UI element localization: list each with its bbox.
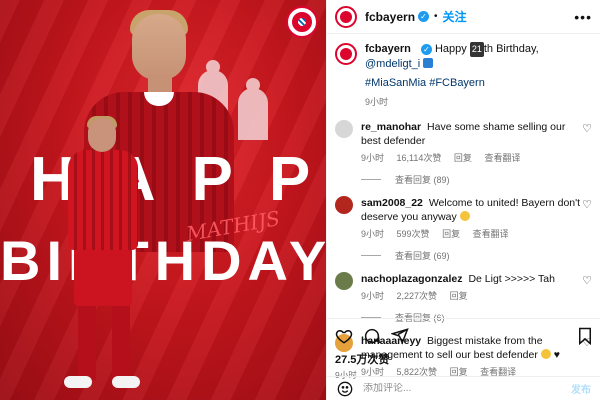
caption-avatar[interactable] — [335, 43, 357, 65]
emoji-smiley-icon[interactable] — [337, 381, 353, 397]
translate-button[interactable]: 查看翻译 — [484, 153, 520, 163]
commenter-avatar[interactable] — [335, 272, 353, 290]
mention-link[interactable]: @mdeligt_i — [365, 58, 420, 70]
comment-time: 9小时 — [361, 229, 385, 239]
comment-item: sam2008_22 Welcome to united! Bayern don… — [335, 196, 592, 241]
comment-username[interactable]: re_manohar — [361, 121, 421, 133]
commenter-avatar[interactable] — [335, 120, 353, 138]
translate-button[interactable]: 查看翻译 — [473, 229, 509, 239]
verified-badge-icon: ✓ — [420, 44, 432, 55]
emoji-icon — [459, 211, 470, 221]
comment-likes[interactable]: 16,114次赞 — [397, 153, 442, 163]
post-side-panel: fcbayern ✓ • 关注 ••• fcbayern ✓ Happy 21 t… — [326, 0, 600, 400]
verified-badge-icon: ✓ — [418, 11, 430, 22]
happy-text: HAPPY — [30, 145, 326, 214]
comment-likes[interactable]: 2,227次赞 — [397, 291, 438, 301]
post-caption: fcbayern ✓ Happy 21th Birthday, @mdeligt… — [327, 34, 600, 110]
post-actions: 27.5万次赞 9小时 — [327, 318, 600, 381]
emoji-icon — [423, 58, 434, 68]
comment-username[interactable]: nachoplazagonzalez — [361, 273, 463, 285]
comment-like-heart-icon[interactable]: ♡ — [582, 122, 592, 135]
view-replies-button[interactable]: 查看回复 (89) — [361, 173, 592, 186]
reply-button[interactable]: 回复 — [454, 153, 472, 163]
instagram-post-view: HAPPY BIRTHDAY MATHIJS fcbayern ✓ • 关注 •… — [0, 0, 600, 400]
caption-text-before: Happy — [434, 43, 467, 55]
caption-time: 9小时 — [365, 97, 389, 107]
like-heart-icon[interactable] — [335, 327, 353, 345]
view-replies-label: 查看回复 (89) — [395, 175, 450, 185]
post-header: fcbayern ✓ • 关注 ••• — [327, 0, 600, 34]
comment-item: re_manohar Have some shame selling our b… — [335, 120, 592, 165]
reply-button[interactable]: 回复 — [442, 229, 460, 239]
comment-time: 9小时 — [361, 153, 385, 163]
comment-text: De Ligt >>>>> Tah — [468, 273, 555, 285]
share-send-icon[interactable] — [391, 327, 409, 345]
caption-text-after: th Birthday, — [483, 43, 539, 55]
reply-button[interactable]: 回复 — [450, 291, 468, 301]
view-replies-button[interactable]: 查看回复 (69) — [361, 249, 592, 262]
follow-button[interactable]: 关注 — [443, 8, 467, 25]
commenter-avatar[interactable] — [335, 196, 353, 214]
birthday-text: BIRTHDAY — [0, 229, 326, 292]
caption-username[interactable]: fcbayern — [365, 43, 411, 55]
more-options-icon[interactable]: ••• — [574, 9, 592, 25]
caption-number: 21 — [469, 42, 484, 57]
likes-count[interactable]: 27.5万次赞 — [335, 351, 593, 367]
comment-like-heart-icon[interactable]: ♡ — [582, 198, 592, 211]
comment-item: nachoplazagonzalez De Ligt >>>>> Tah 9小时… — [335, 272, 592, 303]
comment-time: 9小时 — [361, 291, 385, 301]
player-full-body-figure — [60, 110, 150, 400]
comment-likes[interactable]: 599次赞 — [397, 229, 430, 239]
comment-like-heart-icon[interactable]: ♡ — [582, 274, 592, 287]
post-image[interactable]: HAPPY BIRTHDAY MATHIJS — [0, 0, 326, 400]
save-bookmark-icon[interactable] — [577, 327, 593, 345]
separator-dot: • — [434, 11, 438, 22]
add-comment-bar: 发布 — [327, 376, 600, 400]
comment-username[interactable]: sam2008_22 — [361, 197, 423, 209]
view-replies-label: 查看回复 (69) — [395, 251, 450, 261]
fc-bayern-logo — [286, 6, 318, 38]
comment-input[interactable] — [363, 383, 543, 394]
header-username[interactable]: fcbayern — [365, 10, 415, 24]
post-comment-button[interactable]: 发布 — [571, 381, 591, 396]
comment-bubble-icon[interactable] — [363, 327, 381, 345]
avatar[interactable] — [335, 5, 357, 28]
hashtags-link[interactable]: #MiaSanMia #FCBayern — [365, 76, 592, 91]
